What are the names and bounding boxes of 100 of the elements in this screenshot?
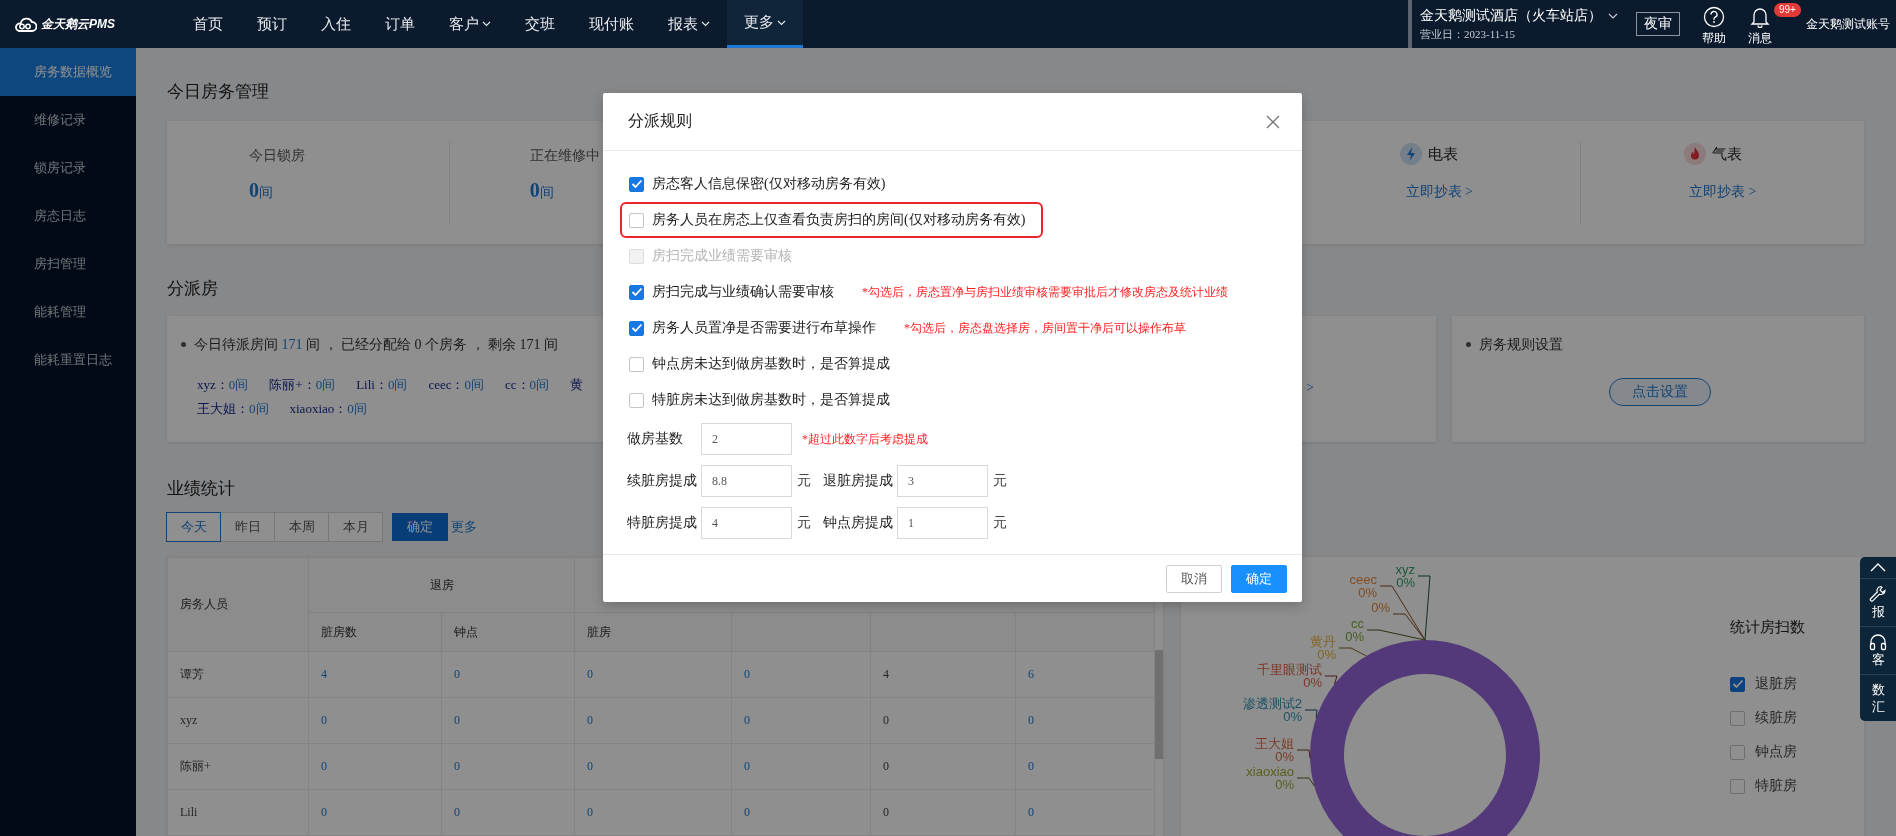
period-tab[interactable]: 本月 [328, 512, 383, 542]
leader-line [1338, 647, 1367, 657]
table-cell: 4 [870, 651, 1016, 698]
bell-icon [1750, 5, 1770, 28]
nav-menu-item[interactable]: 更多 [727, 0, 803, 48]
count-link[interactable]: 0 [1015, 697, 1155, 744]
count-link[interactable]: 6 [1015, 651, 1155, 698]
hotel-selector[interactable]: 金天鹅测试酒店（火车站店） [1420, 6, 1630, 25]
nav-menu-item[interactable]: 入住 [304, 0, 368, 48]
chevron-up-icon [1870, 563, 1886, 572]
meter-label: 电表 [1428, 144, 1459, 164]
nav-menu-item[interactable]: 交班 [508, 0, 572, 48]
count-link[interactable]: 0 [441, 651, 575, 698]
nav-menu-item[interactable]: 客户 [432, 0, 508, 48]
staff-room-count[interactable]: ceec：0间 [428, 375, 484, 394]
business-date: 营业日：2023-11-15 [1420, 26, 1516, 42]
filter-checkbox[interactable]: 续脏房 [1730, 709, 1805, 727]
count-link[interactable]: 0 [308, 697, 442, 744]
input-field[interactable]: 3 [897, 465, 988, 497]
count-link[interactable]: 0 [731, 697, 871, 744]
night-audit-button[interactable]: 夜审 [1636, 12, 1680, 36]
staff-room-count[interactable]: 黄 [570, 375, 584, 394]
confirm-button[interactable]: 确定 [392, 513, 448, 541]
nav-menu-item[interactable]: 订单 [368, 0, 432, 48]
staff-room-count[interactable]: Lili：0间 [356, 375, 408, 394]
count-link[interactable]: 0 [574, 789, 732, 836]
checkbox[interactable] [629, 176, 644, 192]
staff-room-count[interactable]: 王大姐：0间 [197, 399, 269, 418]
staff-room-count[interactable]: xyz：0间 [197, 375, 249, 394]
period-tab[interactable]: 今天 [166, 512, 221, 542]
count-link[interactable]: 0 [574, 651, 732, 698]
slice-label: 0% [1371, 601, 1390, 614]
nav-menu-item[interactable]: 报表 [651, 0, 727, 48]
count-link[interactable]: 0 [441, 697, 575, 744]
count-link[interactable]: 0 [731, 743, 871, 790]
input-field[interactable]: 4 [701, 507, 792, 539]
input-field[interactable]: 1 [897, 507, 988, 539]
checkbox[interactable] [1730, 710, 1745, 726]
sidebar-item[interactable]: 房扫管理 [0, 240, 136, 288]
sidebar-item[interactable]: 能耗管理 [0, 288, 136, 336]
count-link[interactable]: 0 [441, 743, 575, 790]
count-link[interactable]: 4 [308, 651, 442, 698]
filter-checkbox[interactable]: 钟点房 [1730, 743, 1805, 761]
read-meter-link[interactable]: 立即抄表 > [1405, 183, 1473, 201]
more-link[interactable]: 更多 [451, 518, 477, 536]
view-link[interactable]: > [1306, 379, 1314, 396]
checkbox[interactable] [629, 356, 644, 372]
ok-button[interactable]: 确定 [1231, 564, 1287, 593]
input-field[interactable]: 2 [701, 423, 792, 455]
account-name[interactable]: 金天鹅测试账号 [1806, 15, 1890, 33]
count-link[interactable]: 0 [731, 651, 871, 698]
count-link[interactable]: 0 [441, 789, 575, 836]
count-link[interactable]: 0 [308, 789, 442, 836]
nav-menu-item[interactable]: 首页 [176, 0, 240, 48]
sidebar-item[interactable]: 房态日志 [0, 192, 136, 240]
help-button[interactable]: 帮助 [1702, 1, 1726, 47]
checkbox[interactable] [1730, 744, 1745, 760]
cancel-button[interactable]: 取消 [1166, 564, 1222, 593]
count-link[interactable]: 0 [574, 697, 732, 744]
bullet-icon [1466, 342, 1471, 348]
sidebar-item[interactable]: 能耗重置日志 [0, 336, 136, 384]
sidebar-item[interactable]: 房务数据概览 [0, 48, 136, 96]
checkbox[interactable] [629, 320, 644, 336]
settings-button[interactable]: 点击设置 [1609, 377, 1711, 406]
nav-menu-item[interactable]: 现付账 [572, 0, 651, 48]
unit-label: 元 [993, 514, 1007, 532]
sidebar-item[interactable]: 维修记录 [0, 96, 136, 144]
count-link[interactable]: 0 [1015, 789, 1155, 836]
staff-room-count[interactable]: xiaoxiao：0间 [289, 399, 367, 418]
checkbox[interactable] [629, 284, 644, 300]
caret-icon [777, 19, 786, 26]
slice-label: 渗透测试2 0% [1242, 697, 1302, 723]
count-link[interactable]: 0 [574, 743, 732, 790]
checkbox[interactable] [1730, 778, 1745, 794]
toolbar-button[interactable]: 数 汇 [1860, 675, 1896, 721]
toolbar-button[interactable]: 报 [1860, 579, 1896, 627]
messages-button[interactable]: 消息 [1748, 1, 1772, 47]
bullet-icon [181, 342, 186, 348]
period-tab[interactable]: 本周 [274, 512, 329, 542]
count-link[interactable]: 0 [731, 789, 871, 836]
field-label: 特脏房提成 [627, 514, 697, 532]
nav-menu-item[interactable]: 预订 [240, 0, 304, 48]
staff-room-count[interactable]: 陈丽+：0间 [269, 375, 336, 394]
checkbox[interactable] [1730, 676, 1745, 692]
checkbox[interactable] [629, 392, 644, 408]
sidebar-item[interactable]: 锁房记录 [0, 144, 136, 192]
field-label: 做房基数 [627, 430, 684, 448]
staff-room-count[interactable]: cc：0间 [505, 375, 550, 394]
input-field[interactable]: 8.8 [701, 465, 792, 497]
count-link[interactable]: 0 [308, 743, 442, 790]
count-link[interactable]: 0 [1015, 743, 1155, 790]
toolbar-button[interactable]: 客 [1860, 627, 1896, 675]
filter-checkbox[interactable]: 退脏房 [1730, 675, 1805, 693]
scrollbar[interactable] [1155, 650, 1163, 759]
checkbox[interactable] [629, 212, 644, 228]
close-icon[interactable] [1266, 114, 1280, 129]
filter-checkbox[interactable]: 特脏房 [1730, 777, 1805, 795]
read-meter-link[interactable]: 立即抄表 > [1688, 183, 1757, 201]
option-label: 特脏房未达到做房基数时，是否算提成 [652, 391, 890, 409]
period-tab[interactable]: 昨日 [220, 512, 275, 542]
